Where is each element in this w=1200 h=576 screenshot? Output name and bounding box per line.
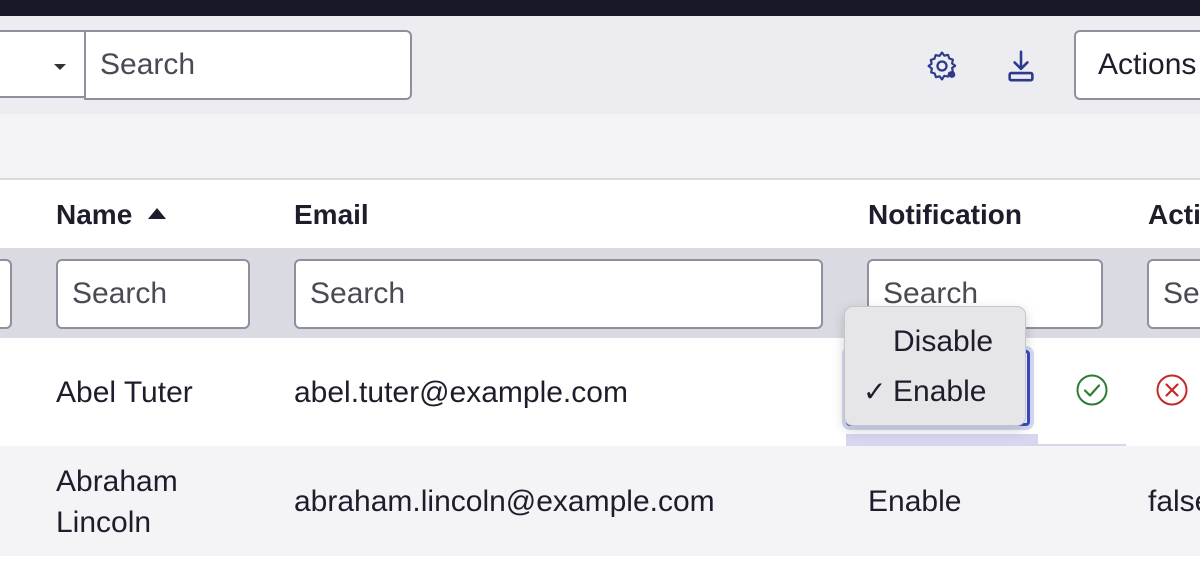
cell-name: Abraham Lincoln [56, 465, 178, 539]
table-header-row: Name Email Notification Active [0, 180, 1200, 248]
actions-button[interactable]: Actions [1074, 30, 1200, 100]
search-field-select[interactable] [0, 30, 84, 98]
filter-input-name[interactable] [56, 259, 250, 329]
table-row[interactable]: Abraham Lincoln abraham.lincoln@example.… [0, 446, 1200, 556]
column-header-email-label: Email [294, 199, 369, 230]
filter-input-email[interactable] [294, 259, 823, 329]
cell-active[interactable]: false [1148, 446, 1200, 556]
column-header-active[interactable]: Active [1148, 180, 1200, 248]
toolbar-search-input[interactable] [84, 30, 412, 100]
sort-ascending-icon [148, 208, 167, 220]
column-header-email[interactable]: Email [294, 180, 369, 248]
option-label: Disable [893, 325, 994, 358]
check-circle-icon[interactable] [1074, 372, 1110, 408]
column-header-name[interactable]: Name [56, 180, 167, 248]
column-header-name-label: Name [56, 199, 133, 230]
checkmark-icon: ✓ [863, 376, 887, 407]
option-label: Enable [893, 375, 987, 408]
info-strip [0, 114, 1200, 180]
cell-email: abel.tuter@example.com [294, 376, 628, 409]
option-enable[interactable]: ✓ Enable [845, 369, 1027, 415]
download-icon[interactable] [1001, 46, 1041, 86]
option-disable[interactable]: Disable [845, 319, 1027, 365]
filter-input-partial[interactable] [0, 259, 12, 329]
cell-notification[interactable]: Enable [868, 446, 961, 556]
toolbar: Actions [0, 16, 1200, 114]
caret-down-icon [54, 64, 66, 70]
x-circle-icon[interactable] [1154, 372, 1190, 408]
column-header-active-label: Active [1148, 199, 1200, 230]
gear-icon[interactable] [922, 46, 962, 86]
cell-name: Abel Tuter [56, 376, 193, 409]
top-bar [0, 0, 1200, 16]
column-header-notification[interactable]: Notification [868, 180, 1022, 248]
actions-button-label: Actions [1098, 48, 1197, 81]
column-header-notification-label: Notification [868, 199, 1022, 230]
filter-input-active[interactable] [1147, 259, 1200, 329]
cell-email: abraham.lincoln@example.com [294, 485, 715, 518]
notification-options-menu: Disable ✓ Enable [844, 306, 1026, 426]
page: Actions Name Email Notification Active A… [0, 0, 1200, 576]
